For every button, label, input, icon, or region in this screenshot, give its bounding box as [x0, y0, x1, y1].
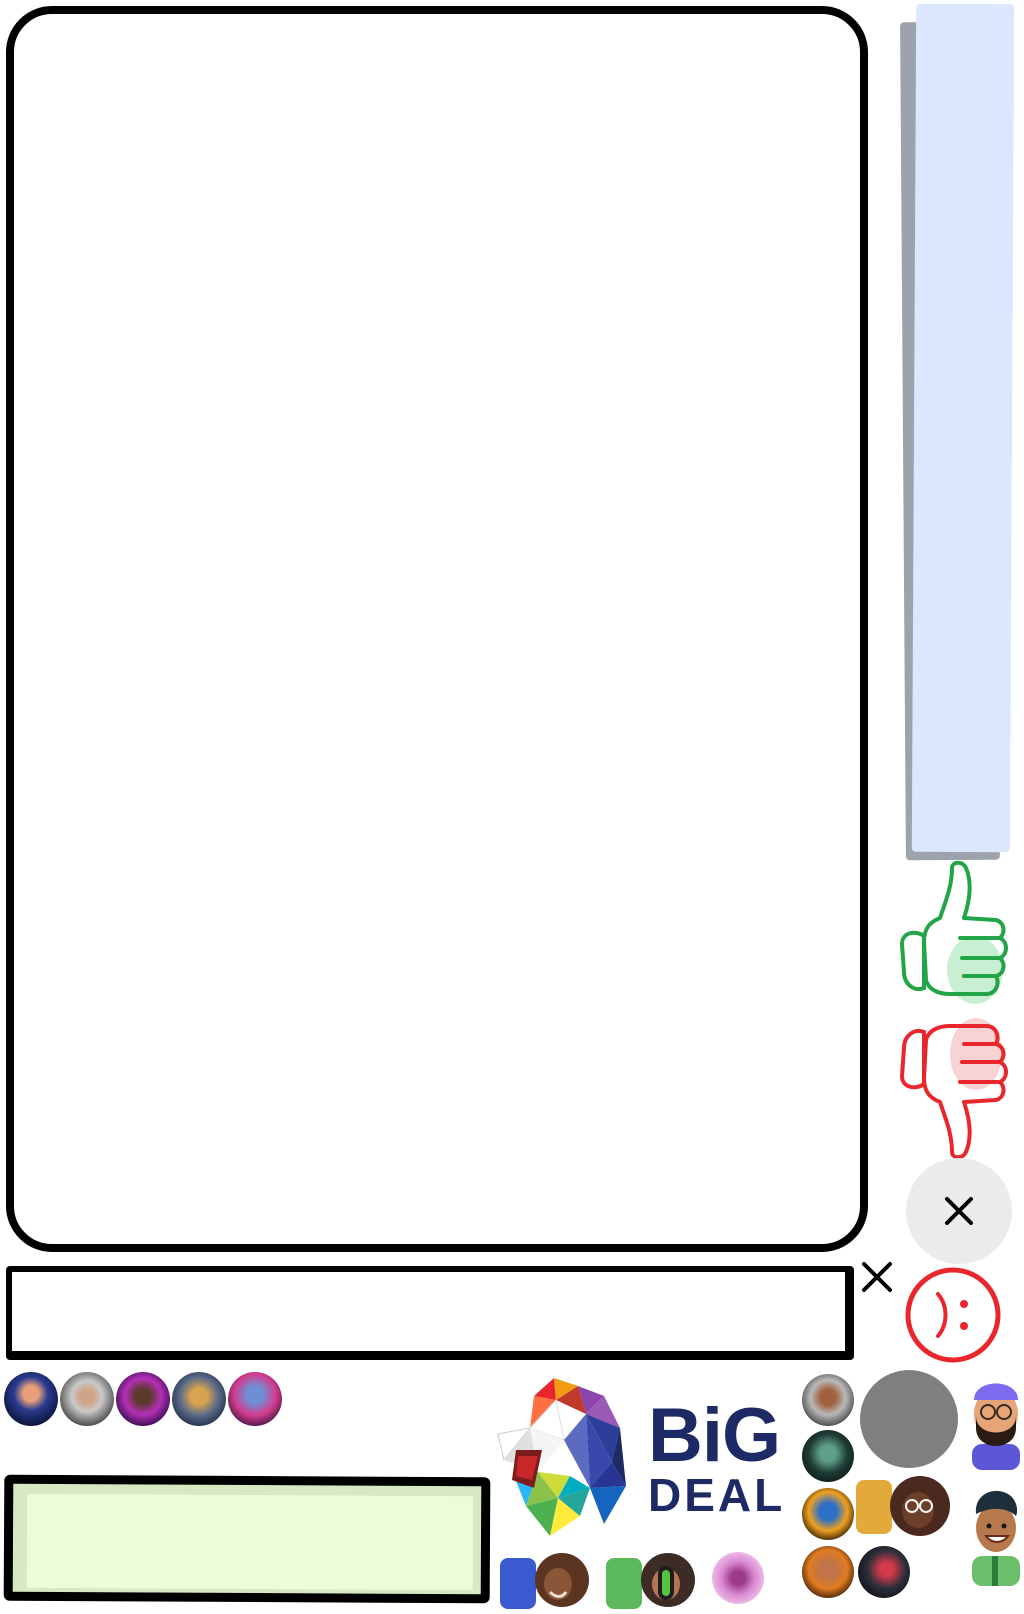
sad-face-icon [905, 1267, 1001, 1363]
close-icon [862, 1262, 892, 1292]
thumbs-down-icon [899, 1018, 1008, 1160]
sad-face-button[interactable] [902, 1264, 1004, 1366]
brand-wordmark: BiG DEAL [648, 1393, 798, 1521]
thumbs-up-icon [899, 860, 1008, 1004]
avatar[interactable] [802, 1430, 854, 1482]
lion-logo [494, 1376, 634, 1540]
side-panel[interactable] [911, 3, 1015, 853]
close-icon [945, 1197, 973, 1225]
bearded-man-beanie-icon [972, 1383, 1020, 1470]
avatar[interactable] [172, 1372, 226, 1426]
vr-avatar-icon [606, 1553, 695, 1609]
note-card[interactable] [3, 1474, 491, 1604]
thumbs-down-button[interactable] [899, 1010, 1012, 1160]
dismiss-button[interactable] [906, 1158, 1012, 1264]
avatar[interactable] [964, 1372, 1024, 1472]
avatar[interactable] [116, 1372, 170, 1426]
text-input-box[interactable] [6, 1266, 854, 1360]
input-close-button[interactable] [860, 1260, 894, 1294]
lion-logo-icon [497, 1378, 626, 1536]
thumbs-up-button[interactable] [899, 860, 1012, 1010]
avatar[interactable] [712, 1552, 764, 1604]
avatar[interactable] [4, 1372, 58, 1426]
avatar-placeholder [860, 1370, 958, 1468]
avatar-row [4, 1372, 284, 1426]
avatar[interactable] [500, 1552, 600, 1609]
brand-word-big: BiG [648, 1393, 781, 1478]
avatar[interactable] [60, 1372, 114, 1426]
note-card-body [26, 1493, 474, 1591]
main-content-card [6, 6, 868, 1252]
curly-hair-avatar-icon [500, 1553, 589, 1609]
afro-avatar-icon [856, 1476, 950, 1536]
avatar[interactable] [964, 1486, 1024, 1586]
avatar[interactable] [228, 1372, 282, 1426]
avatar[interactable] [858, 1546, 910, 1598]
avatar[interactable] [802, 1374, 854, 1426]
avatar[interactable] [856, 1476, 956, 1538]
brand-word-deal: DEAL [648, 1469, 786, 1521]
avatar[interactable] [606, 1552, 706, 1609]
avatar[interactable] [802, 1488, 854, 1540]
avatar[interactable] [802, 1546, 854, 1598]
smiling-man-icon [972, 1490, 1020, 1586]
